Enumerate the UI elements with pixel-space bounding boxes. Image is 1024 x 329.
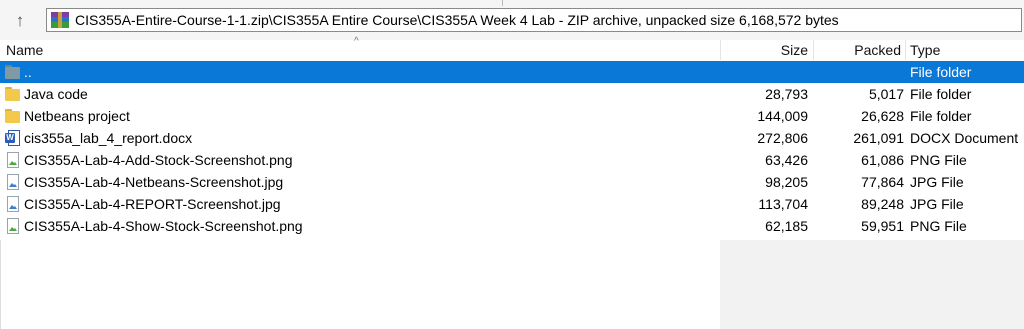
address-bar[interactable]: CIS355A-Entire-Course-1-1.zip\CIS355A En… <box>46 8 1022 32</box>
file-size: 62,185 <box>765 218 808 234</box>
file-row[interactable]: W cis355a_lab_4_report.docx 272,806 261,… <box>0 127 1024 149</box>
up-one-level-button[interactable]: ↑ <box>6 8 34 34</box>
file-row[interactable]: CIS355A-Lab-4-Show-Stock-Screenshot.png … <box>0 215 1024 237</box>
file-type: PNG File <box>910 152 967 168</box>
file-packed: 261,091 <box>853 130 904 146</box>
jpg-file-icon <box>5 174 20 190</box>
file-row[interactable]: CIS355A-Lab-4-Add-Stock-Screenshot.png 6… <box>0 149 1024 171</box>
folder-icon <box>5 108 20 124</box>
divider <box>0 240 1 329</box>
file-name: CIS355A-Lab-4-Show-Stock-Screenshot.png <box>24 218 303 234</box>
file-size: 63,426 <box>765 152 808 168</box>
png-file-icon <box>5 218 20 234</box>
file-name: CIS355A-Lab-4-REPORT-Screenshot.jpg <box>24 196 281 212</box>
word-document-icon: W <box>5 130 20 146</box>
file-size: 144,009 <box>757 108 808 124</box>
winrar-archive-icon <box>51 12 69 28</box>
column-packed-header[interactable]: Packed <box>813 40 901 60</box>
file-type: File folder <box>910 108 972 124</box>
file-type: DOCX Document <box>910 130 1019 146</box>
column-name-header[interactable]: Name <box>6 40 43 60</box>
file-size: 28,793 <box>765 86 808 102</box>
file-type: JPG File <box>910 196 964 212</box>
file-name: .. <box>24 64 32 80</box>
file-row[interactable]: Java code 28,793 5,017 File folder <box>0 83 1024 105</box>
empty-panel-area <box>720 240 1024 329</box>
file-type: File folder <box>910 64 972 80</box>
file-row[interactable]: Netbeans project 144,009 26,628 File fol… <box>0 105 1024 127</box>
column-divider[interactable] <box>905 40 906 60</box>
file-row[interactable]: CIS355A-Lab-4-REPORT-Screenshot.jpg 113,… <box>0 193 1024 215</box>
sort-caret-icon: ^ <box>354 36 359 47</box>
file-type: JPG File <box>910 174 964 190</box>
address-toolbar: ↑ CIS355A-Entire-Course-1-1.zip\CIS355A … <box>0 0 1024 40</box>
file-name: cis355a_lab_4_report.docx <box>24 130 193 146</box>
file-name: Java code <box>24 86 88 102</box>
file-size: 113,704 <box>758 196 808 212</box>
file-packed: 89,248 <box>861 196 904 212</box>
file-row[interactable]: CIS355A-Lab-4-Netbeans-Screenshot.jpg 98… <box>0 171 1024 193</box>
file-name: CIS355A-Lab-4-Netbeans-Screenshot.jpg <box>24 174 284 190</box>
column-size-header[interactable]: Size <box>720 40 808 60</box>
column-type-header[interactable]: Type <box>910 40 940 60</box>
column-header: ^ Name Size Packed Type <box>0 36 1024 60</box>
file-packed: 5,017 <box>868 86 904 102</box>
divider <box>502 0 503 6</box>
file-size: 272,806 <box>757 130 808 146</box>
file-type: File folder <box>910 86 972 102</box>
file-type: PNG File <box>910 218 967 234</box>
png-file-icon <box>5 152 20 168</box>
file-packed: 59,951 <box>861 218 904 234</box>
file-packed: 61,086 <box>861 152 904 168</box>
file-name: CIS355A-Lab-4-Add-Stock-Screenshot.png <box>24 152 293 168</box>
file-row-parent[interactable]: .. File folder <box>0 61 1024 83</box>
file-packed: 26,628 <box>861 108 904 124</box>
up-arrow-icon: ↑ <box>15 11 25 30</box>
file-name: Netbeans project <box>24 108 130 124</box>
address-path: CIS355A-Entire-Course-1-1.zip\CIS355A En… <box>75 12 839 28</box>
jpg-file-icon <box>5 196 20 212</box>
folder-icon <box>5 86 20 102</box>
file-size: 98,205 <box>765 174 808 190</box>
file-packed: 77,864 <box>861 174 904 190</box>
up-folder-icon <box>5 64 20 80</box>
